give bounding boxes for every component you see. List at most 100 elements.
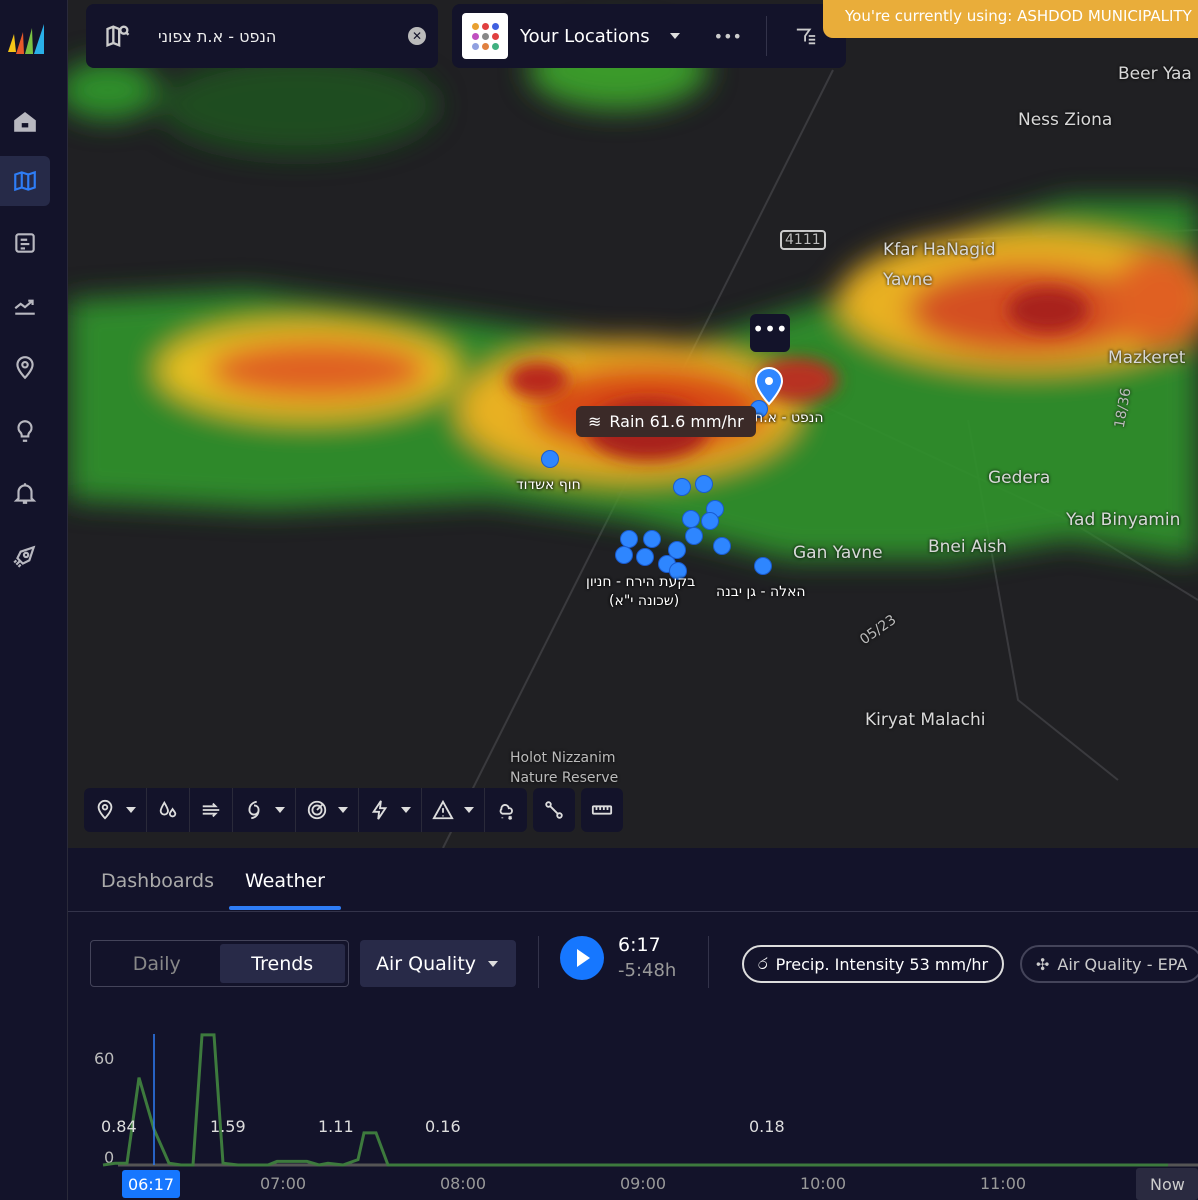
location-pin[interactable] (695, 475, 713, 493)
map-label: Holot Nizzanim (510, 750, 616, 766)
locations-label: Your Locations (520, 25, 650, 47)
sidebar-item-trends[interactable] (0, 280, 50, 330)
radar-icon (307, 800, 327, 820)
sidebar-item-home[interactable] (0, 97, 50, 147)
location-pin[interactable] (541, 450, 559, 468)
location-pin[interactable] (673, 478, 691, 496)
more-options-button[interactable]: ••• (714, 27, 742, 46)
locations-layer-button[interactable] (84, 788, 147, 832)
rain-tooltip: ≋ Rain 61.6 mm/hr (576, 406, 756, 437)
locations-selector[interactable]: Your Locations ••• (452, 4, 846, 68)
x-tick-label: 09:00 (620, 1174, 666, 1193)
location-pin[interactable] (643, 530, 661, 548)
rain-icon: ≋ (588, 412, 602, 431)
map-icon (14, 170, 36, 192)
y-tick-label: 60 (94, 1049, 114, 1068)
active-tab-indicator (229, 906, 341, 910)
chevron-down-icon[interactable] (669, 33, 680, 39)
trends-toggle[interactable]: Trends (219, 944, 345, 983)
current-time-label: 06:17 (128, 1175, 174, 1194)
x-tick-label: 08:00 (440, 1174, 486, 1193)
lightning-layer-button[interactable] (359, 788, 422, 832)
tropical-layer-button[interactable] (233, 788, 296, 832)
sidebar-item-alerts[interactable] (0, 468, 50, 518)
report-icon (15, 233, 35, 253)
snow-cloud-icon (499, 804, 513, 820)
location-pin[interactable] (701, 512, 719, 530)
daily-toggle[interactable]: Daily (94, 944, 220, 983)
road-sign: 4111 (780, 230, 826, 250)
air-quality-chip[interactable]: ✣ Air Quality - EPA (1020, 945, 1198, 983)
location-search[interactable]: הנפט - א.ת צפוני ✕ (86, 4, 438, 68)
map-label: Kiryat Malachi (865, 710, 986, 730)
pin-label: חוף אשדוד (516, 477, 581, 493)
sidebar (0, 0, 68, 1200)
location-pin[interactable] (615, 546, 633, 564)
wind-icon (202, 802, 220, 818)
pin-label: האלה - גן יבנה (716, 584, 806, 600)
hurricane-icon (248, 800, 260, 820)
play-button[interactable] (560, 936, 604, 980)
chevron-down-icon[interactable] (464, 807, 474, 813)
tab-dashboards[interactable]: Dashboards (101, 870, 214, 892)
lightning-icon (371, 800, 388, 820)
wind-layer-button[interactable] (190, 788, 233, 832)
rocket-icon (13, 545, 36, 568)
sidebar-item-locations[interactable] (0, 343, 50, 393)
data-label: 0.84 (101, 1117, 137, 1136)
radar-layer-button[interactable] (296, 788, 359, 832)
sidebar-item-insights[interactable] (0, 406, 50, 456)
weather-map[interactable]: Beer Yaa Ness Ziona Kfar HaNagid Yavne M… (68, 0, 1198, 848)
pin-label: בקעת הירח - חניון (586, 574, 696, 590)
sidebar-item-launch[interactable] (0, 531, 50, 581)
home-icon (14, 111, 36, 132)
chevron-down-icon[interactable] (126, 807, 136, 813)
organization-banner: You're currently using: ASHDOD MUNICIPAL… (823, 0, 1198, 38)
chevron-down-icon[interactable] (338, 807, 348, 813)
location-pin[interactable] (713, 537, 731, 555)
pin-label: (שכונה י"א) (609, 593, 680, 609)
chip-label: Air Quality - EPA (1057, 954, 1188, 974)
ruler-tool-button[interactable] (581, 788, 623, 832)
map-label: Yad Binyamin (1066, 510, 1181, 530)
location-pin[interactable] (636, 548, 654, 566)
sidebar-item-reports[interactable] (0, 218, 50, 268)
panel-tabs: Dashboards Weather (68, 848, 1198, 912)
pin-more-button[interactable]: ••• (750, 314, 790, 352)
clear-search-icon[interactable]: ✕ (408, 27, 426, 45)
rain-value: Rain 61.6 mm/hr (609, 412, 744, 431)
tab-weather[interactable]: Weather (245, 870, 325, 892)
precip-intensity-chip[interactable]: ර Precip. Intensity 53 mm/hr (742, 945, 1005, 983)
warnings-layer-button[interactable] (422, 788, 485, 832)
trend-chart[interactable]: 6000.84 1.59 1.11 0.16 0.1806:17 07:00 08:00 09… (68, 1020, 1198, 1200)
winter-layer-button[interactable] (485, 788, 527, 832)
chevron-down-icon[interactable] (275, 807, 285, 813)
map-label: Bnei Aish (928, 537, 1008, 557)
x-tick-label: 10:00 (800, 1174, 846, 1193)
search-input[interactable]: הנפט - א.ת צפוני (158, 27, 408, 46)
map-search-icon (106, 25, 130, 48)
location-pin[interactable] (685, 527, 703, 545)
sidebar-item-map[interactable] (0, 156, 50, 206)
dropdown-value: Air Quality (376, 952, 477, 975)
filter-icon[interactable] (795, 25, 817, 47)
now-label: Now (1150, 1175, 1185, 1194)
location-pin[interactable] (754, 557, 772, 575)
bottom-panel: Dashboards Weather Daily Trends Air Qual… (68, 848, 1198, 1200)
map-label: Gedera (988, 468, 1051, 488)
map-label: Beer Yaa (1118, 64, 1192, 84)
precipitation-layer-button[interactable] (147, 788, 190, 832)
location-pin[interactable] (682, 510, 700, 528)
app-logo (8, 24, 44, 54)
precip-series-line (102, 1033, 1168, 1167)
route-icon (545, 801, 563, 819)
chevron-down-icon[interactable] (401, 807, 411, 813)
selected-location-marker[interactable] (754, 366, 784, 406)
chevron-down-icon (488, 960, 499, 967)
route-tool-button[interactable] (533, 788, 575, 832)
current-time: 6:17 (618, 934, 661, 956)
map-layer-toolbar (84, 788, 623, 832)
ruler-icon (591, 805, 613, 815)
locations-grid-icon (462, 13, 508, 59)
parameter-dropdown[interactable]: Air Quality (360, 940, 516, 987)
